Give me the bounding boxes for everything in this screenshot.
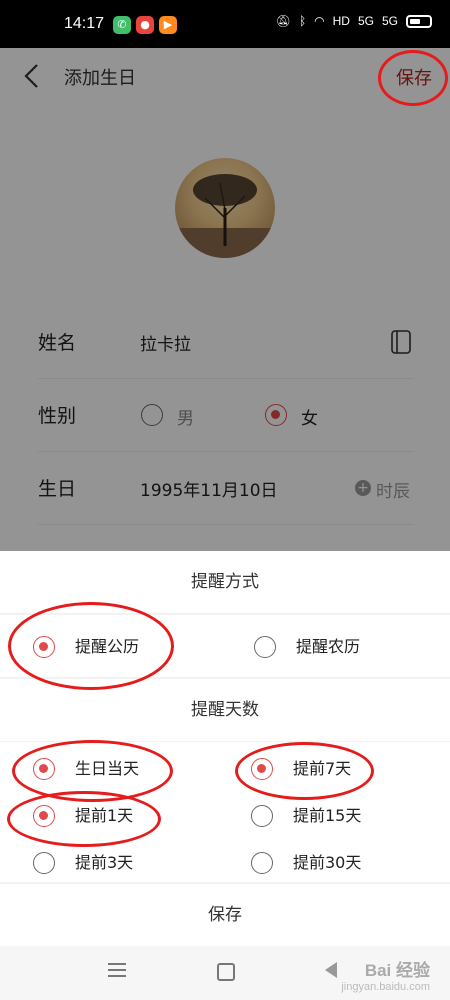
remind-3days-label: 提前3天 [75, 853, 134, 872]
mute-icon: 🔕︎ [275, 14, 291, 28]
remind-day-of-label: 生日当天 [75, 759, 140, 778]
menu-nav-icon[interactable] [108, 963, 126, 977]
hd-icon: HD [332, 14, 350, 28]
remind-3days-radio[interactable] [33, 852, 55, 874]
phone-app-icon: ✆ [113, 16, 131, 34]
remind-day-of-radio[interactable] [33, 758, 55, 780]
save-button-bottom[interactable]: 保存 [0, 884, 450, 946]
status-icons: 🔕︎ ᛒ ◠ HD 5G 5G [276, 14, 432, 28]
remind-7days-label: 提前7天 [293, 759, 352, 778]
wifi-icon: ◠ [314, 14, 325, 28]
video-app-icon: ▶ [159, 16, 177, 34]
back-nav-icon[interactable] [325, 962, 337, 978]
remind-30days-radio[interactable] [251, 852, 273, 874]
remind-solar-radio[interactable] [33, 636, 55, 658]
baidu-jingyan-watermark: Bai 经验 jingyan.baidu.com [341, 956, 430, 993]
remind-15days-radio[interactable] [251, 805, 273, 827]
remind-method-options: 提醒公历 提醒农历 [0, 615, 450, 677]
remind-bottom-sheet: 提醒方式 提醒公历 提醒农历 提醒天数 生日当天 提前7天 提前1天 提前15天 [0, 551, 450, 946]
watermark-site: jingyan.baidu.com [341, 981, 430, 993]
status-time: 14:17 [64, 15, 105, 32]
remind-solar-label: 提醒公历 [75, 637, 140, 656]
status-bar: 14:17 ✆ ● ▶ 🔕︎ ᛒ ◠ HD 5G 5G [0, 0, 450, 48]
home-nav-icon[interactable] [217, 963, 235, 981]
remind-method-title: 提醒方式 [0, 551, 450, 613]
remind-lunar-label: 提醒农历 [296, 637, 361, 656]
remind-days-title: 提醒天数 [0, 679, 450, 741]
signal-5g-icon-2: 5G [381, 14, 398, 28]
remind-days-options: 生日当天 提前7天 提前1天 提前15天 提前3天 提前30天 [0, 742, 450, 882]
remind-lunar-radio[interactable] [254, 636, 276, 658]
remind-15days-label: 提前15天 [293, 806, 362, 825]
dim-overlay[interactable] [0, 48, 450, 551]
remind-7days-radio[interactable] [251, 758, 273, 780]
system-nav-bar: Bai 经验 jingyan.baidu.com [0, 946, 450, 1000]
red-app-icon: ● [136, 16, 154, 34]
remind-1day-label: 提前1天 [75, 806, 134, 825]
signal-5g-icon-1: 5G [357, 14, 374, 28]
remind-30days-label: 提前30天 [293, 853, 362, 872]
remind-1day-radio[interactable] [33, 805, 55, 827]
bluetooth-icon: ᛒ [298, 14, 307, 28]
watermark-brand: Bai 经验 [364, 961, 430, 980]
battery-icon [406, 14, 432, 28]
